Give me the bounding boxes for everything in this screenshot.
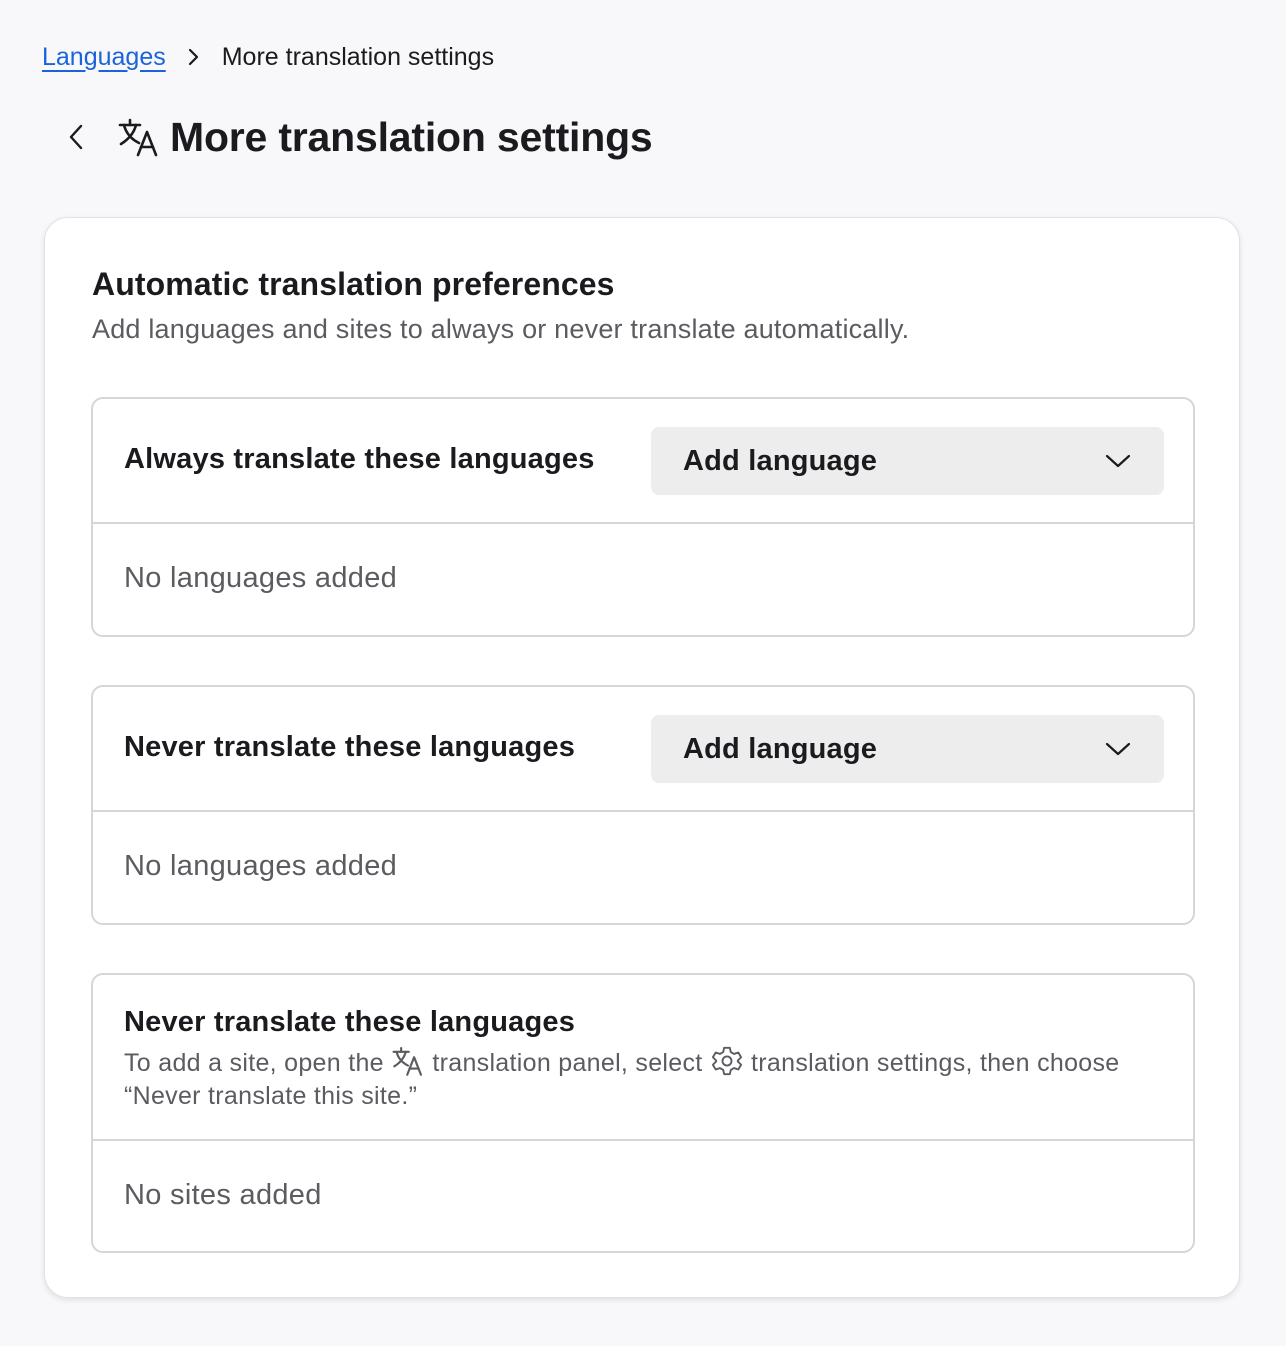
breadcrumb-languages-link[interactable]: Languages bbox=[42, 43, 166, 72]
always-translate-list: No languages added bbox=[93, 524, 1193, 635]
never-translate-sites-list: No sites added bbox=[93, 1141, 1193, 1252]
chevron-right-icon bbox=[166, 47, 222, 67]
never-translate-sites-title: Never translate these languages bbox=[124, 1006, 576, 1038]
always-translate-section: Always translate these languages Add lan… bbox=[91, 397, 1195, 637]
translate-icon bbox=[391, 1045, 425, 1077]
dropdown-label: Add language bbox=[683, 732, 878, 765]
breadcrumb: Languages More translation settings bbox=[42, 40, 494, 74]
never-translate-label: Never translate these languages bbox=[124, 731, 576, 763]
description-text: To add a site, open the bbox=[124, 1049, 384, 1077]
never-translate-sites-section: Never translate these languages To add a… bbox=[91, 973, 1195, 1253]
empty-state-text: No languages added bbox=[124, 850, 398, 882]
never-translate-section: Never translate these languages Add lang… bbox=[91, 685, 1195, 925]
page-title: More translation settings bbox=[170, 113, 653, 160]
translation-preferences-card: Automatic translation preferences Add la… bbox=[44, 217, 1240, 1298]
chevron-down-icon bbox=[1104, 735, 1132, 763]
never-translate-header: Never translate these languages Add lang… bbox=[93, 687, 1193, 812]
always-translate-add-language-dropdown[interactable]: Add language bbox=[651, 427, 1164, 495]
chevron-down-icon bbox=[1104, 447, 1132, 475]
empty-state-text: No sites added bbox=[124, 1179, 322, 1211]
never-translate-add-language-dropdown[interactable]: Add language bbox=[651, 715, 1164, 783]
always-translate-label: Always translate these languages bbox=[124, 443, 595, 475]
translate-icon bbox=[118, 116, 160, 158]
always-translate-header: Always translate these languages Add lan… bbox=[93, 399, 1193, 524]
gear-icon bbox=[710, 1045, 744, 1077]
never-translate-list: No languages added bbox=[93, 812, 1193, 923]
breadcrumb-current: More translation settings bbox=[221, 42, 495, 71]
page-header: More translation settings bbox=[58, 106, 653, 168]
card-title: Automatic translation preferences bbox=[92, 266, 615, 302]
never-translate-sites-header: Never translate these languages To add a… bbox=[93, 975, 1193, 1141]
card-subtitle: Add languages and sites to always or nev… bbox=[92, 314, 910, 344]
back-button[interactable] bbox=[58, 112, 94, 162]
chevron-left-icon bbox=[69, 124, 83, 150]
description-text: translation panel, select bbox=[432, 1049, 703, 1077]
never-translate-sites-description: To add a site, open the translation pane… bbox=[124, 1045, 1144, 1113]
dropdown-label: Add language bbox=[683, 444, 878, 477]
empty-state-text: No languages added bbox=[124, 562, 398, 594]
